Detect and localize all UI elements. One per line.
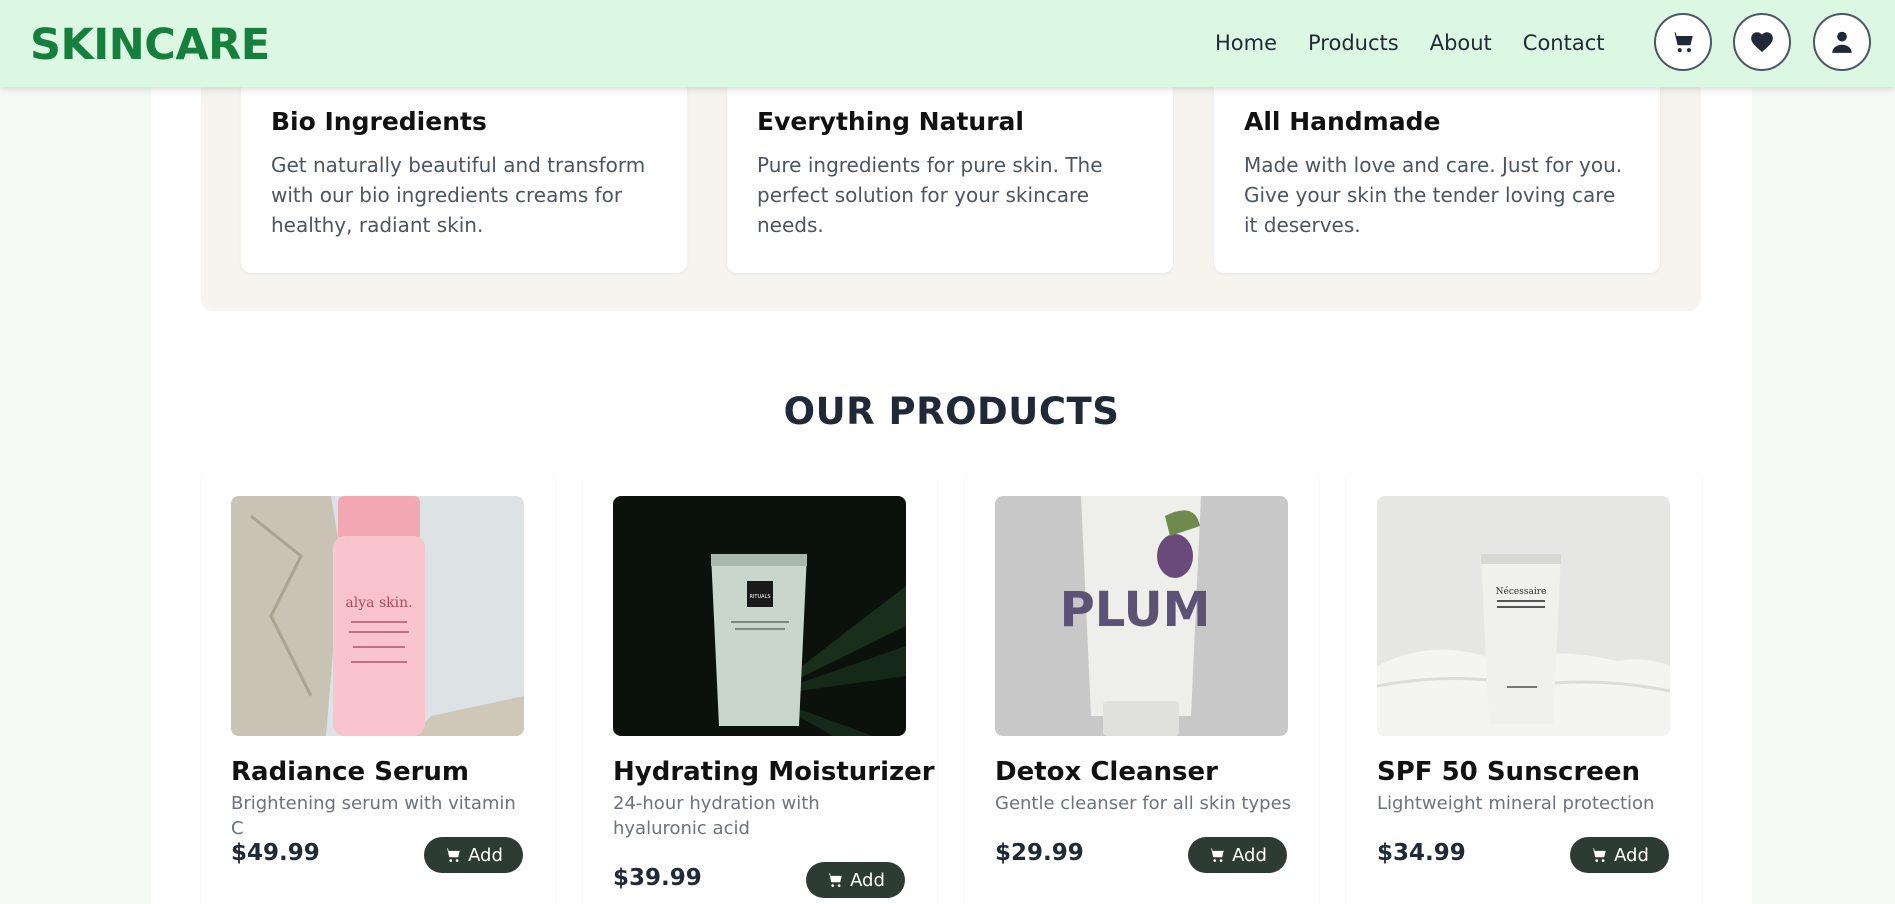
add-button-label: Add (1232, 844, 1267, 866)
cart-icon (826, 873, 842, 887)
svg-text:Nécessaire: Nécessaire (1496, 586, 1547, 597)
add-button-label: Add (468, 844, 503, 866)
cart-icon (1671, 32, 1693, 53)
product-name[interactable]: Hydrating Moisturizer (613, 757, 935, 787)
product-price: $39.99 (613, 865, 702, 891)
user-icon (1832, 31, 1852, 53)
feature-title: Everything Natural (757, 107, 1024, 136)
product-price: $49.99 (231, 840, 320, 866)
product-name[interactable]: Detox Cleanser (995, 757, 1218, 787)
product-card[interactable]: PLUM Detox Cleanser Gentle cleanser for … (965, 472, 1319, 904)
product-name[interactable]: Radiance Serum (231, 757, 469, 787)
svg-text:alya skin.: alya skin. (345, 595, 412, 611)
feature-text: Made with love and care. Just for you. G… (1244, 153, 1623, 237)
main-nav: Home Products About Contact (1215, 31, 1636, 55)
heart-icon (1751, 32, 1773, 53)
brand-logo[interactable]: SKINCARE (30, 20, 270, 70)
products-section-title: OUR PRODUCTS (783, 390, 1120, 433)
nav-contact[interactable]: Contact (1523, 31, 1605, 55)
product-card[interactable]: RITUALS Hydrating Moisturizer 24-hour hy… (583, 472, 937, 904)
wishlist-button[interactable] (1733, 13, 1791, 71)
nav-home[interactable]: Home (1215, 31, 1277, 55)
product-name[interactable]: SPF 50 Sunscreen (1377, 757, 1640, 787)
product-description: Gentle cleanser for all skin types (995, 793, 1292, 814)
product-description: Lightweight mineral protection (1377, 793, 1655, 814)
feature-text: Get naturally beautiful and transform wi… (271, 153, 646, 237)
add-button-label: Add (1614, 844, 1649, 866)
nav-about[interactable]: About (1430, 31, 1492, 55)
add-to-cart-button[interactable]: Add (424, 837, 523, 873)
feature-card-handmade: All Handmade Made with love and care. Ju… (1214, 87, 1660, 273)
add-to-cart-button[interactable]: Add (1188, 837, 1287, 873)
svg-text:RITUALS: RITUALS (749, 594, 770, 600)
product-card[interactable]: Nécessaire SPF 50 Sunscreen Lightweight … (1347, 472, 1701, 904)
add-button-label: Add (850, 869, 885, 891)
site-header: SKINCARE Home Products About Contact (0, 0, 1895, 87)
product-description: 24-hour hydration with hyaluronic acid (613, 793, 820, 839)
product-image[interactable]: alya skin. (231, 496, 524, 736)
product-price: $34.99 (1377, 840, 1466, 866)
product-card[interactable]: alya skin. Radiance Serum Brightening se… (201, 472, 555, 904)
add-to-cart-button[interactable]: Add (1570, 837, 1669, 873)
product-image[interactable]: PLUM (995, 496, 1288, 736)
cart-button[interactable] (1654, 13, 1712, 71)
feature-title: Bio Ingredients (271, 107, 487, 136)
cart-icon (444, 848, 460, 862)
product-price: $29.99 (995, 840, 1084, 866)
cart-icon (1208, 848, 1224, 862)
nav-products[interactable]: Products (1308, 31, 1399, 55)
account-button[interactable] (1813, 13, 1871, 71)
cart-icon (1590, 848, 1606, 862)
feature-title: All Handmade (1244, 107, 1441, 136)
product-image[interactable]: RITUALS (613, 496, 906, 736)
feature-text: Pure ingredients for pure skin. The perf… (757, 153, 1103, 237)
svg-text:PLUM: PLUM (1060, 582, 1211, 638)
product-image[interactable]: Nécessaire (1377, 496, 1670, 736)
feature-card-natural: Everything Natural Pure ingredients for … (727, 87, 1173, 273)
feature-card-bio: Bio Ingredients Get naturally beautiful … (241, 87, 687, 273)
product-description: Brightening serum with vitamin C (231, 793, 516, 839)
add-to-cart-button[interactable]: Add (806, 862, 905, 898)
